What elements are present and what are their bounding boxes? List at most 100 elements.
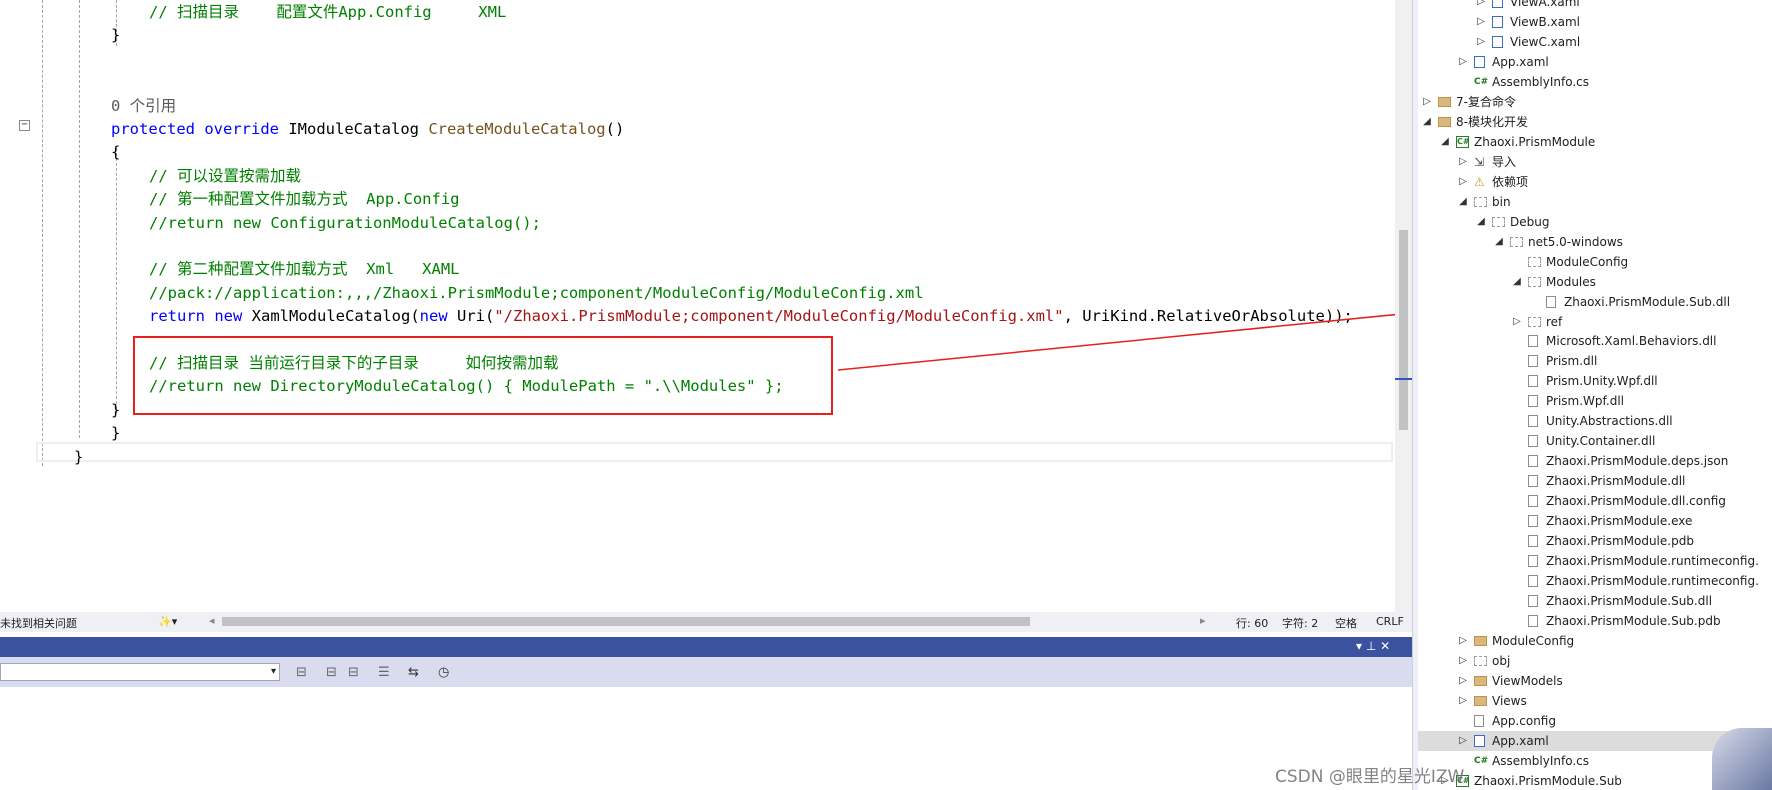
code-line[interactable]: } [74,446,83,469]
toolbar-icon-5[interactable]: ⇆ [408,665,419,680]
toolbar-icon-4[interactable]: ☰ [378,665,390,680]
code-line[interactable]: // 扫描目录 配置文件App.Config XML [149,1,506,24]
expand-icon[interactable]: ▷ [1458,731,1468,751]
collapse-icon[interactable]: ◢ [1458,192,1468,212]
collapse-icon[interactable]: ◢ [1494,232,1504,252]
tree-item[interactable]: Prism.dll [1418,351,1772,371]
expand-icon[interactable]: ▷ [1458,152,1468,172]
tree-item[interactable]: Zhaoxi.PrismModule.runtimeconfig. [1418,551,1772,571]
expand-icon[interactable]: ▷ [1458,651,1468,671]
collapse-icon[interactable]: ◢ [1440,132,1450,152]
tree-item[interactable]: ▷ ref [1418,312,1772,332]
tree-item[interactable]: Zhaoxi.PrismModule.pdb [1418,531,1772,551]
code-token: // 第二种配置文件加载方式 Xml XAML [149,260,460,279]
expand-icon[interactable]: ▷ [1458,172,1468,192]
expand-icon[interactable]: ▷ [1476,0,1486,12]
tree-item[interactable]: ▷ 7-复合命令 [1418,92,1772,112]
expand-icon[interactable]: ▷ [1476,32,1486,52]
scroll-right-icon[interactable]: ▸ [1200,614,1206,627]
code-token: "/Zhaoxi.PrismModule;component/ModuleCon… [494,307,1064,326]
tree-item[interactable]: App.config [1418,711,1772,731]
tree-item[interactable]: Zhaoxi.PrismModule.Sub.pdb [1418,611,1772,631]
tree-item[interactable]: ▷ ViewC.xaml [1418,32,1772,52]
tree-item[interactable]: ▷ App.xaml [1418,52,1772,72]
expand-icon[interactable]: ▷ [1458,52,1468,72]
code-line[interactable]: } [111,399,120,422]
scroll-left-icon[interactable]: ◂ [209,614,215,627]
tree-item[interactable]: Zhaoxi.PrismModule.Sub.dll [1418,591,1772,611]
expand-icon[interactable]: ▷ [1476,12,1486,32]
panel-dropdown[interactable]: ▾ [0,663,280,681]
collapse-icon[interactable]: ◢ [1422,112,1432,132]
clock-icon[interactable]: ◷ [438,665,449,680]
spaces-indicator[interactable]: 空格 [1335,615,1357,631]
tree-item[interactable]: ◢ Modules [1418,272,1772,292]
tree-item[interactable]: C# AssemblyInfo.cs [1418,72,1772,92]
tree-item[interactable]: ▷ ModuleConfig [1418,631,1772,651]
tree-item[interactable]: ◢ Debug [1418,212,1772,232]
tree-item[interactable]: ▷ ViewB.xaml [1418,12,1772,32]
char-indicator[interactable]: 字符: 2 [1282,615,1318,631]
tree-item[interactable]: ▷ ViewA.xaml [1418,0,1772,12]
tree-item[interactable]: Zhaoxi.PrismModule.dll.config [1418,491,1772,511]
collapse-toggle[interactable]: − [19,120,30,131]
folder-icon [1438,96,1451,107]
code-line[interactable]: // 第二种配置文件加载方式 Xml XAML [149,258,459,281]
expand-icon[interactable]: ▷ [1458,631,1468,651]
tree-item[interactable]: ▷ Views [1418,691,1772,711]
tree-item[interactable]: ◢ net5.0-windows [1418,232,1772,252]
collapse-icon[interactable]: ◢ [1512,272,1522,292]
code-line[interactable]: //pack://application:,,,/Zhaoxi.PrismMod… [149,282,924,305]
folderg-icon [1528,276,1541,287]
tree-item[interactable]: Microsoft.Xaml.Behaviors.dll [1418,331,1772,351]
file-icon [1528,415,1538,428]
tree-item[interactable]: ▷ ViewModels [1418,671,1772,691]
tree-item[interactable]: ◢ 8-模块化开发 [1418,112,1772,132]
code-line[interactable]: // 可以设置按需加载 [149,165,301,188]
toolbar-icon-3[interactable]: ⊟ [348,665,359,680]
horizontal-scroll-thumb[interactable] [222,617,1030,626]
tree-item[interactable]: ◢ C# Zhaoxi.PrismModule [1418,132,1772,152]
code-line[interactable]: // 第一种配置文件加载方式 App.Config [149,188,459,211]
tree-item[interactable]: ▷ obj [1418,651,1772,671]
expand-icon[interactable]: ▷ [1422,92,1432,112]
code-line[interactable]: } [111,422,120,445]
code-line[interactable]: { [111,141,120,164]
tree-item[interactable]: Prism.Wpf.dll [1418,391,1772,411]
code-line[interactable]: //return new ConfigurationModuleCatalog(… [149,212,541,235]
expand-icon[interactable]: ▷ [1512,312,1522,332]
code-line[interactable]: return new XamlModuleCatalog(new Uri("/Z… [149,305,1353,328]
line-indicator[interactable]: 行: 60 [1236,615,1268,631]
code-cleanup-icon[interactable]: ✨▾ [158,615,177,628]
issues-label[interactable]: 未找到相关问题 [0,615,77,631]
code-editor[interactable]: − // 扫描目录 配置文件App.Config XML} 0 个引用 protec… [0,0,1395,612]
code-line[interactable]: 0 个引用 [111,95,176,118]
tree-item[interactable]: Unity.Abstractions.dll [1418,411,1772,431]
tree-item[interactable]: ModuleConfig [1418,252,1772,272]
tree-item[interactable]: Zhaoxi.PrismModule.dll [1418,471,1772,491]
tree-item[interactable]: Zhaoxi.PrismModule.Sub.dll [1418,292,1772,312]
file-icon [1528,475,1538,488]
code-line[interactable]: } [111,24,120,47]
toolbar-icon-1[interactable]: ⊟ [296,665,307,680]
code-line[interactable]: protected override IModuleCatalog Create… [111,118,624,141]
tree-item[interactable]: Prism.Unity.Wpf.dll [1418,371,1772,391]
panel-window-controls[interactable]: ▾ ⊥ ✕ [1356,639,1390,653]
eol-indicator[interactable]: CRLF [1376,615,1404,628]
expand-icon[interactable]: ▷ [1458,671,1468,691]
scroll-thumb[interactable] [1399,230,1408,430]
tree-item[interactable]: Zhaoxi.PrismModule.exe [1418,511,1772,531]
toolbar-icon-2[interactable]: ⊟ [326,665,337,680]
xaml-icon [1492,15,1503,28]
tree-item[interactable]: Zhaoxi.PrismModule.deps.json [1418,451,1772,471]
code-token: // 可以设置按需加载 [149,166,301,185]
editor-vertical-scrollbar[interactable] [1395,0,1413,612]
tree-item[interactable]: Unity.Container.dll [1418,431,1772,451]
tree-item[interactable]: ▷ ⇲ 导入 [1418,152,1772,172]
tree-item-label: Debug [1510,214,1550,229]
tree-item[interactable]: ▷ ⚠ 依赖项 [1418,172,1772,192]
tree-item[interactable]: ◢ bin [1418,192,1772,212]
expand-icon[interactable]: ▷ [1458,691,1468,711]
tree-item[interactable]: Zhaoxi.PrismModule.runtimeconfig. [1418,571,1772,591]
collapse-icon[interactable]: ◢ [1476,212,1486,232]
